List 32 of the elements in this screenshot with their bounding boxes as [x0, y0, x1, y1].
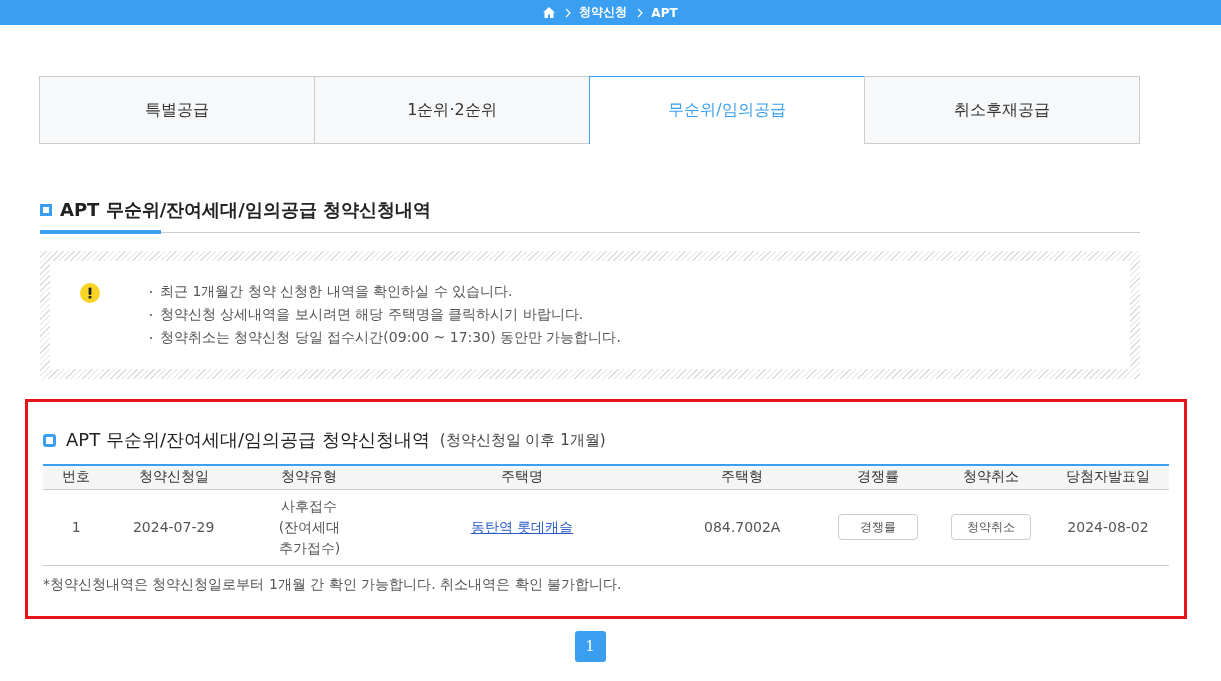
column-header: 주택명 [381, 465, 663, 489]
table-cell: 사후접수 (잔여세대 추가접수) [237, 489, 382, 565]
square-bullet-icon [43, 433, 56, 447]
notice-text: 청약신청 상세내역을 보시려면 해당 주택명을 클릭하시기 바랍니다. [160, 306, 584, 324]
table-action-button[interactable]: 청약취소 [950, 514, 1031, 540]
table-cell: 1 [43, 489, 110, 565]
column-header: 청약신청일 [109, 465, 238, 489]
column-header: 경쟁률 [821, 465, 935, 489]
notice-text: 최근 1개월간 청약 신청한 내역을 확인하실 수 있습니다. [160, 283, 513, 301]
section-title: APT 무순위/잔여세대/임의공급 청약신청내역 [60, 198, 432, 222]
results-subtitle: (청약신청일 이후 1개월) [439, 430, 606, 450]
table-cell: 084.7002A [662, 489, 822, 565]
column-header: 청약유형 [237, 465, 382, 489]
house-name-link[interactable]: 동탄역 롯데캐슬 [470, 518, 574, 535]
table-cell: 2024-08-02 [1047, 489, 1169, 565]
column-header: 당첨자발표일 [1047, 465, 1169, 489]
results-title: APT 무순위/잔여세대/임의공급 청약신청내역 [66, 428, 430, 452]
home-icon[interactable] [543, 7, 556, 18]
notice-text: 청약취소는 청약신청 당일 접수시간(09:00 ~ 17:30) 동안만 가능합니다. [160, 329, 621, 347]
table-action-button[interactable]: 경쟁률 [838, 514, 918, 540]
warning-icon [80, 283, 100, 303]
square-bullet-icon [40, 204, 52, 216]
table-cell: 2024-07-29 [109, 489, 238, 565]
tab[interactable]: 특별공급 [39, 76, 315, 144]
column-header: 번호 [43, 465, 110, 489]
tab[interactable]: 취소후재공급 [864, 76, 1140, 144]
column-header: 청약취소 [934, 465, 1047, 489]
column-header: 주택형 [662, 465, 822, 489]
tab[interactable]: 1순위·2순위 [314, 76, 590, 144]
footnote: *청약신청내역은 청약신청일로부터 1개월 간 확인 가능합니다. 취소내역은 확인 불가합니다. [43, 575, 623, 594]
chevron-right-icon [565, 7, 572, 18]
chevron-right-icon [637, 7, 644, 18]
